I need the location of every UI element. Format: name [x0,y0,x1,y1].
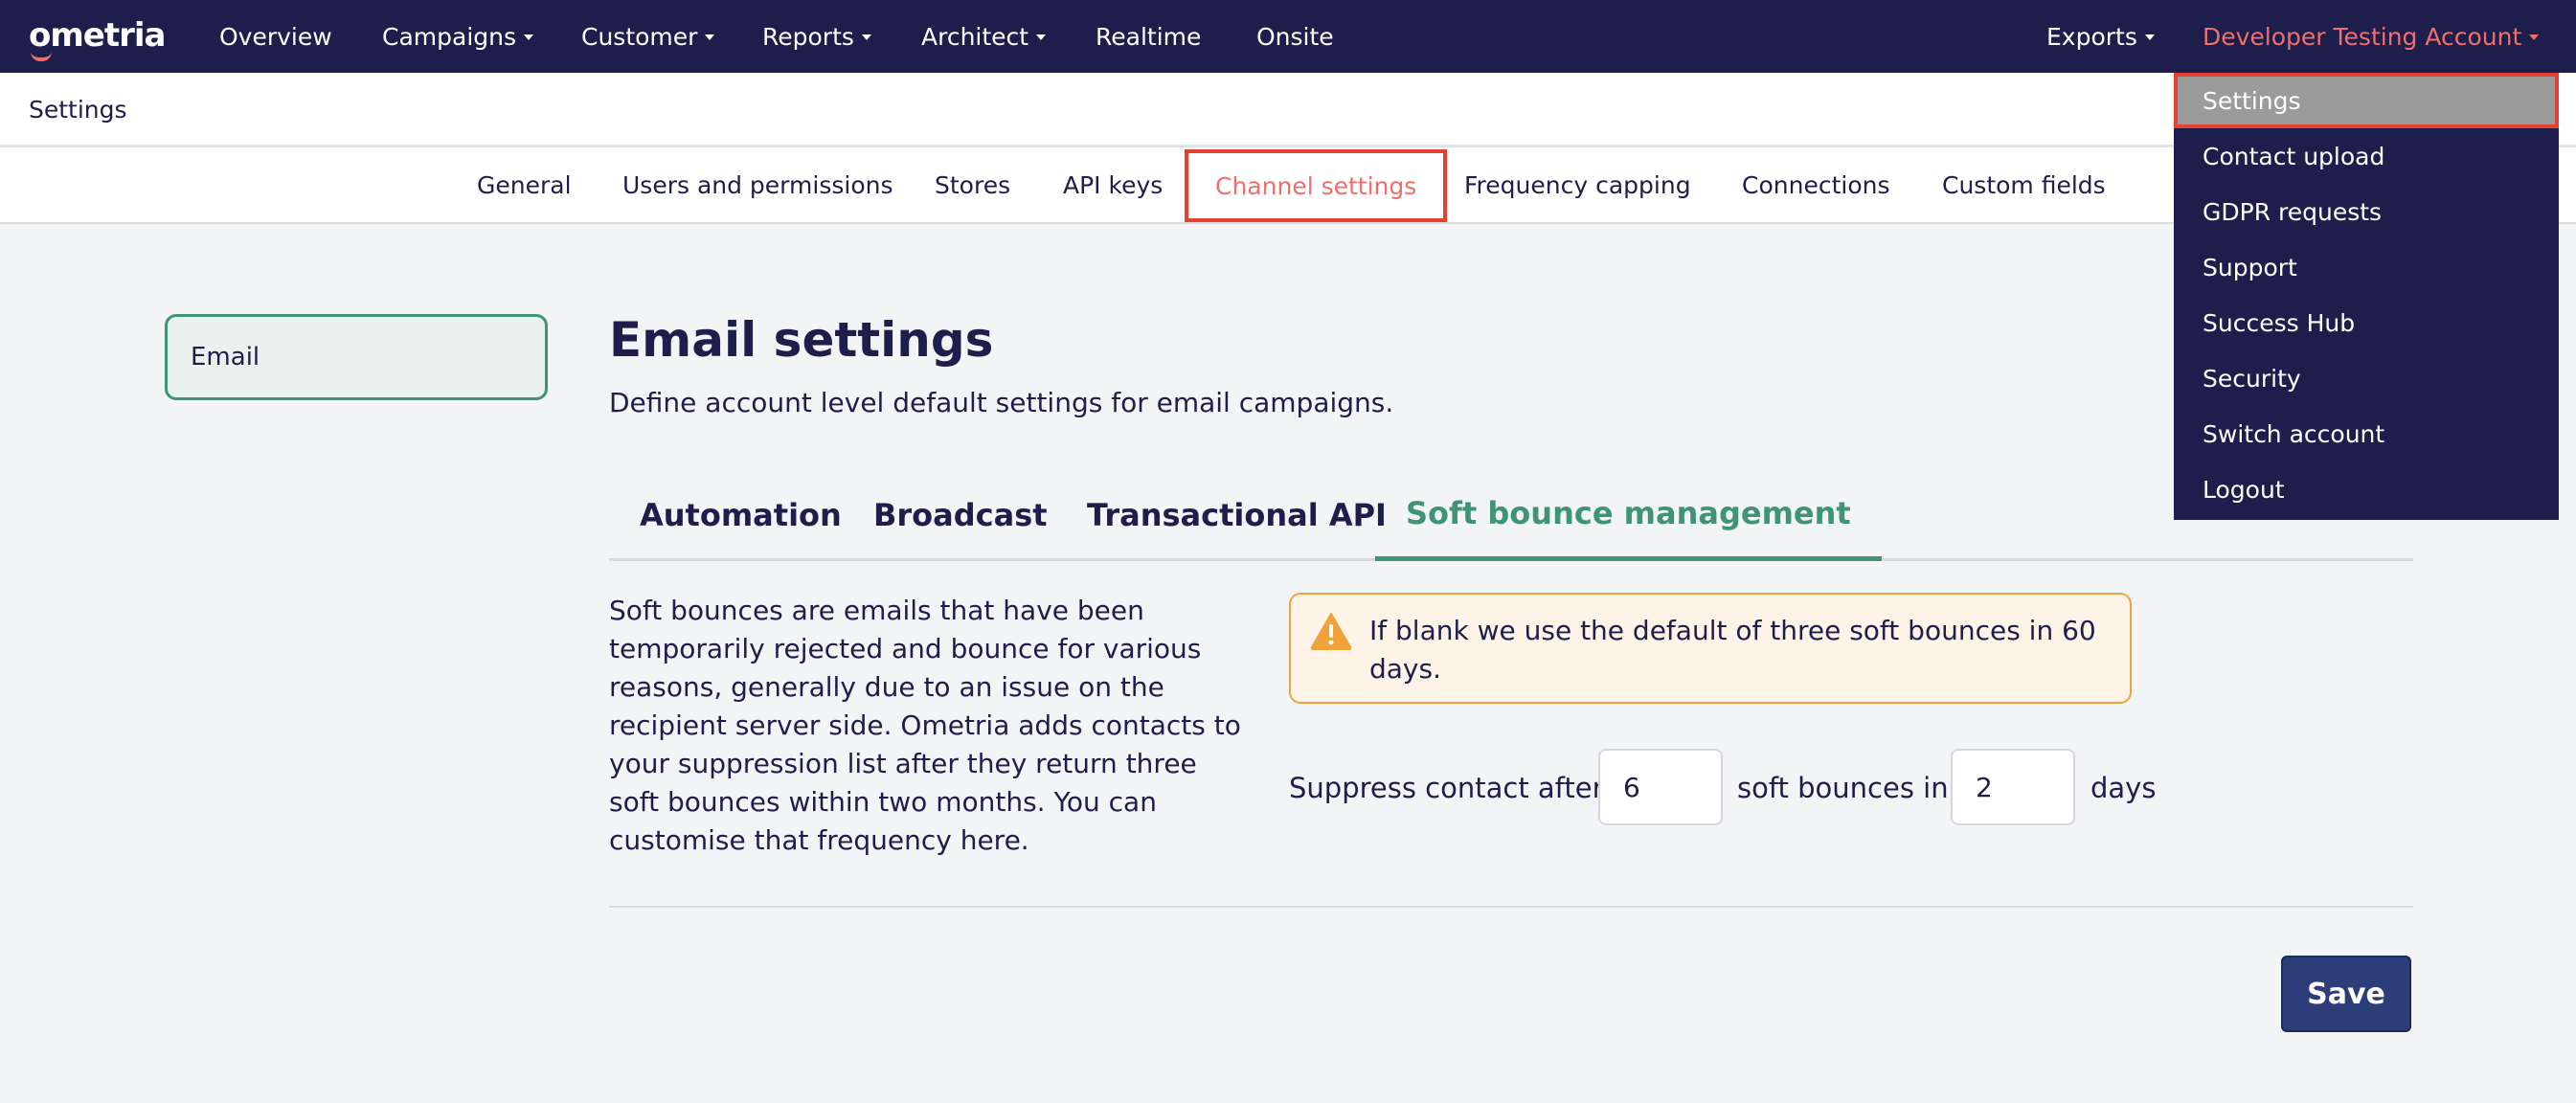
email-settings-tabs: Automation Broadcast Transactional API S… [609,469,2413,561]
menu-item-switch-account[interactable]: Switch account [2174,406,2559,461]
top-navigation-bar: ometria Overview Campaigns Customer Repo… [0,0,2576,73]
tab-broadcast[interactable]: Broadcast [873,469,1048,561]
tab-soft-bounce-management[interactable]: Soft bounce management [1375,469,1882,561]
nav-customer[interactable]: Customer [581,0,715,73]
content-divider [609,906,2413,908]
nav-campaigns[interactable]: Campaigns [382,0,534,73]
soft-bounces-count-input[interactable] [1598,749,1723,825]
nav-exports[interactable]: Exports [2046,0,2155,73]
caret-down-icon [2529,34,2540,40]
nav-realtime[interactable]: Realtime [1096,0,1201,73]
nav-onsite[interactable]: Onsite [1256,0,1334,73]
tab-general[interactable]: General [477,147,572,222]
nav-overview[interactable]: Overview [219,0,332,73]
tab-frequency-capping[interactable]: Frequency capping [1464,147,1691,222]
caret-down-icon [2144,34,2155,40]
nav-reports[interactable]: Reports [762,0,871,73]
tab-channel-settings[interactable]: Channel settings [1185,149,1448,222]
tab-api-keys[interactable]: API keys [1063,147,1163,222]
page-subtitle: Define account level default settings fo… [609,387,1394,418]
page-title: Email settings [609,312,994,368]
warning-icon [1310,613,1352,650]
suppress-label-before: Suppress contact after [1289,772,1604,804]
tab-automation[interactable]: Automation [640,469,842,561]
sidenav-item-email[interactable]: Email [165,314,548,400]
logo-smile-icon [31,52,52,61]
suppress-label-middle: soft bounces in [1737,772,1949,804]
caret-down-icon [524,34,534,40]
info-alert: If blank we use the default of three sof… [1289,593,2132,704]
tab-transactional-api[interactable]: Transactional API [1087,469,1387,561]
menu-item-settings[interactable]: Settings [2174,73,2559,128]
save-button[interactable]: Save [2281,956,2411,1032]
soft-bounce-description: Soft bounces are emails that have been t… [609,595,1241,856]
logo-text: ometria [29,16,166,55]
alert-message: If blank we use the default of three sof… [1369,615,2096,685]
menu-item-security[interactable]: Security [2174,350,2559,406]
account-dropdown-menu: Settings Contact upload GDPR requests Su… [2174,73,2559,520]
caret-down-icon [1036,34,1047,40]
menu-item-support[interactable]: Support [2174,239,2559,295]
tab-connections[interactable]: Connections [1742,147,1889,222]
menu-item-logout[interactable]: Logout [2174,461,2559,517]
caret-down-icon [705,34,715,40]
soft-bounces-days-input[interactable] [1951,749,2075,825]
tab-users-and-permissions[interactable]: Users and permissions [622,147,893,222]
tab-custom-fields[interactable]: Custom fields [1942,147,2106,222]
page-section-title: Settings [29,96,127,124]
caret-down-icon [861,34,871,40]
nav-architect[interactable]: Architect [921,0,1047,73]
sidenav-item-label: Email [191,343,260,371]
ometria-logo[interactable]: ometria [29,13,166,61]
tab-stores[interactable]: Stores [935,147,1010,222]
account-menu-toggle[interactable]: Developer Testing Account [2203,0,2540,73]
menu-item-contact-upload[interactable]: Contact upload [2174,128,2559,184]
menu-item-gdpr-requests[interactable]: GDPR requests [2174,184,2559,239]
menu-item-success-hub[interactable]: Success Hub [2174,295,2559,350]
suppress-label-after: days [2090,772,2157,804]
